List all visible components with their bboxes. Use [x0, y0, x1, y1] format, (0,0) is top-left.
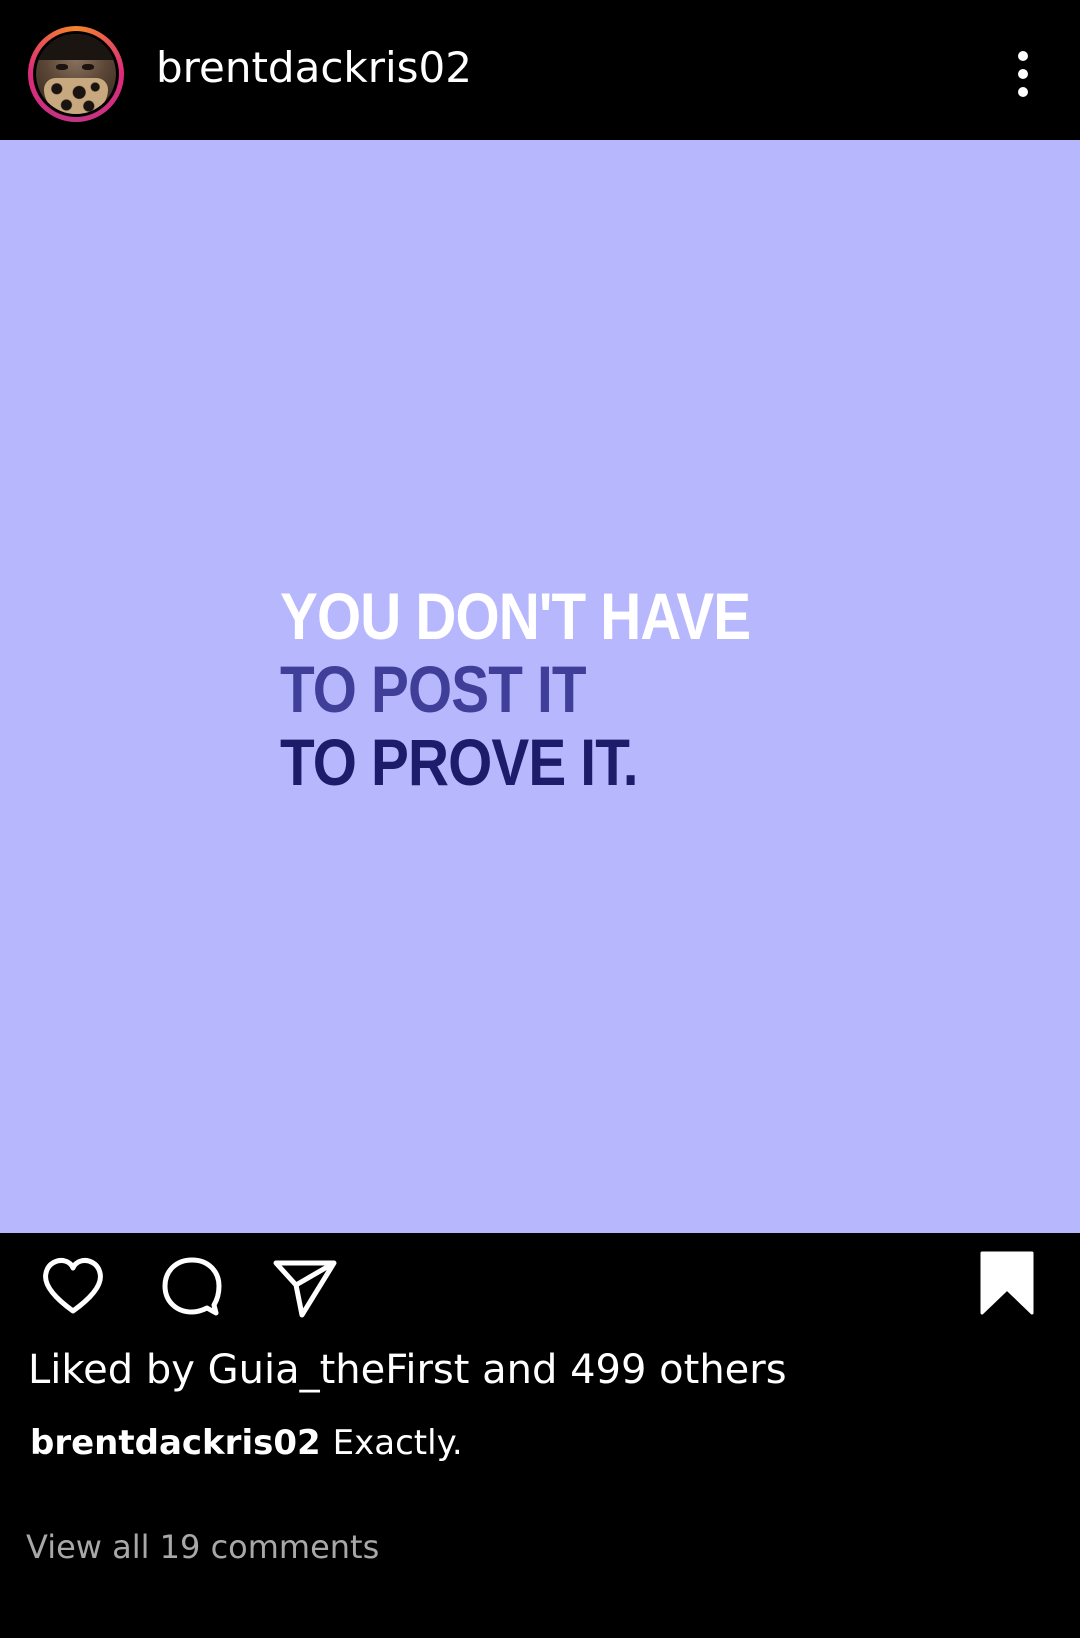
caption-username[interactable]: brentdackris02	[30, 1423, 321, 1463]
avatar-image	[36, 34, 116, 114]
more-vertical-icon[interactable]	[1008, 48, 1038, 100]
caption-text: Exactly.	[332, 1423, 463, 1463]
quote-text: YOU DON'T HAVE TO POST IT TO PROVE IT.	[280, 579, 751, 799]
quote-line-1: YOU DON'T HAVE	[280, 579, 751, 653]
post-header: brentdackris02	[0, 0, 1080, 140]
post-image[interactable]: YOU DON'T HAVE TO POST IT TO PROVE IT.	[0, 140, 1080, 1233]
avatar[interactable]	[28, 26, 124, 122]
post-username[interactable]: brentdackris02	[156, 38, 472, 98]
avatar-frame	[33, 31, 119, 117]
send-icon[interactable]	[270, 1251, 340, 1321]
action-bar	[0, 1233, 1080, 1333]
comment-icon[interactable]	[156, 1251, 226, 1321]
caption: brentdackris02 Exactly.	[30, 1418, 463, 1468]
heart-icon[interactable]	[38, 1251, 108, 1321]
avatar-hair	[36, 34, 116, 60]
quote-line-3: TO PROVE IT.	[280, 725, 639, 799]
view-comments-link[interactable]: View all 19 comments	[26, 1522, 379, 1572]
avatar-face-mask	[44, 78, 108, 114]
likes-count[interactable]: Liked by Guia_theFirst and 499 others	[28, 1342, 787, 1398]
quote-line-2: TO POST IT	[280, 652, 587, 726]
bookmark-icon[interactable]	[972, 1249, 1042, 1319]
avatar-eye-left	[56, 64, 68, 70]
avatar-eye-right	[82, 64, 94, 70]
